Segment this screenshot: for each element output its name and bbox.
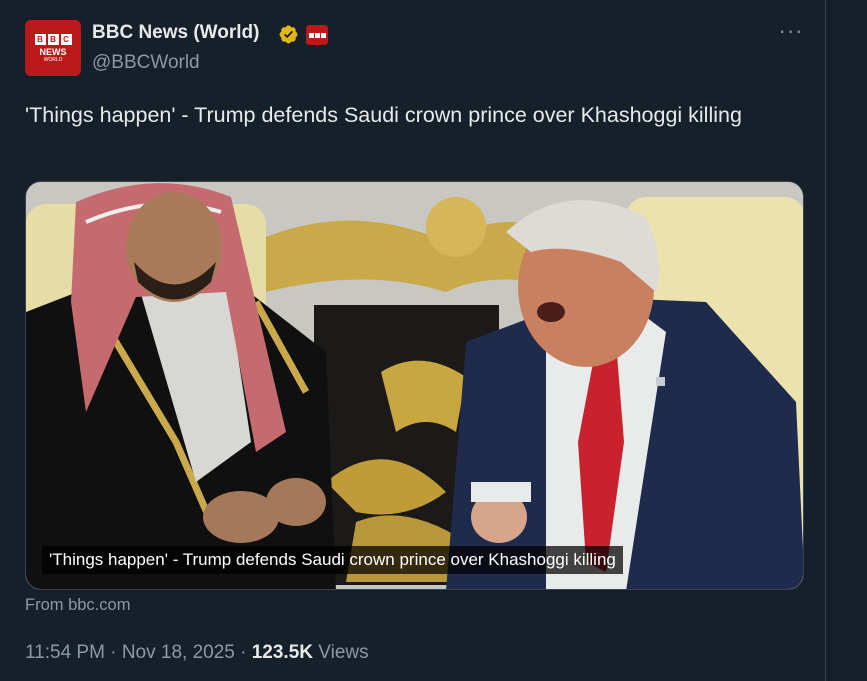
avatar-news-text: NEWS — [39, 46, 67, 57]
link-card-image[interactable]: 'Things happen' - Trump defends Saudi cr… — [25, 181, 804, 590]
bbc-affiliate-badge-icon[interactable] — [306, 25, 328, 45]
bbc-logo-blocks: B B C — [34, 33, 72, 45]
account-name[interactable]: BBC News (World) — [92, 22, 259, 44]
avatar-world-text: WORLD — [43, 56, 63, 63]
account-handle[interactable]: @BBCWorld — [92, 52, 200, 74]
meta-separator: · — [234, 642, 252, 663]
column-divider — [825, 0, 826, 681]
logo-block: B — [34, 33, 46, 45]
tweet-text: 'Things happen' - Trump defends Saudi cr… — [25, 103, 742, 127]
avatar[interactable]: B B C NEWS WORLD — [25, 20, 81, 76]
gold-verified-badge-icon[interactable] — [278, 24, 299, 45]
more-options-icon[interactable]: ··· — [778, 20, 804, 46]
image-caption: 'Things happen' - Trump defends Saudi cr… — [42, 546, 623, 574]
meta-separator: · — [104, 642, 122, 663]
tweet-time[interactable]: 11:54 PM — [25, 642, 105, 663]
link-source[interactable]: From bbc.com — [25, 596, 130, 615]
views-label: Views — [318, 642, 369, 663]
logo-block: C — [60, 33, 72, 45]
views-count: 123.5K — [251, 642, 314, 663]
news-photo — [26, 182, 803, 589]
tweet-meta: 11:54 PM · Nov 18, 2025 · 123.5K Views — [25, 642, 369, 664]
tweet[interactable]: B B C NEWS WORLD BBC News (World) @BBCWo… — [0, 0, 825, 681]
tweet-date[interactable]: Nov 18, 2025 — [122, 642, 235, 663]
logo-block: B — [47, 33, 59, 45]
